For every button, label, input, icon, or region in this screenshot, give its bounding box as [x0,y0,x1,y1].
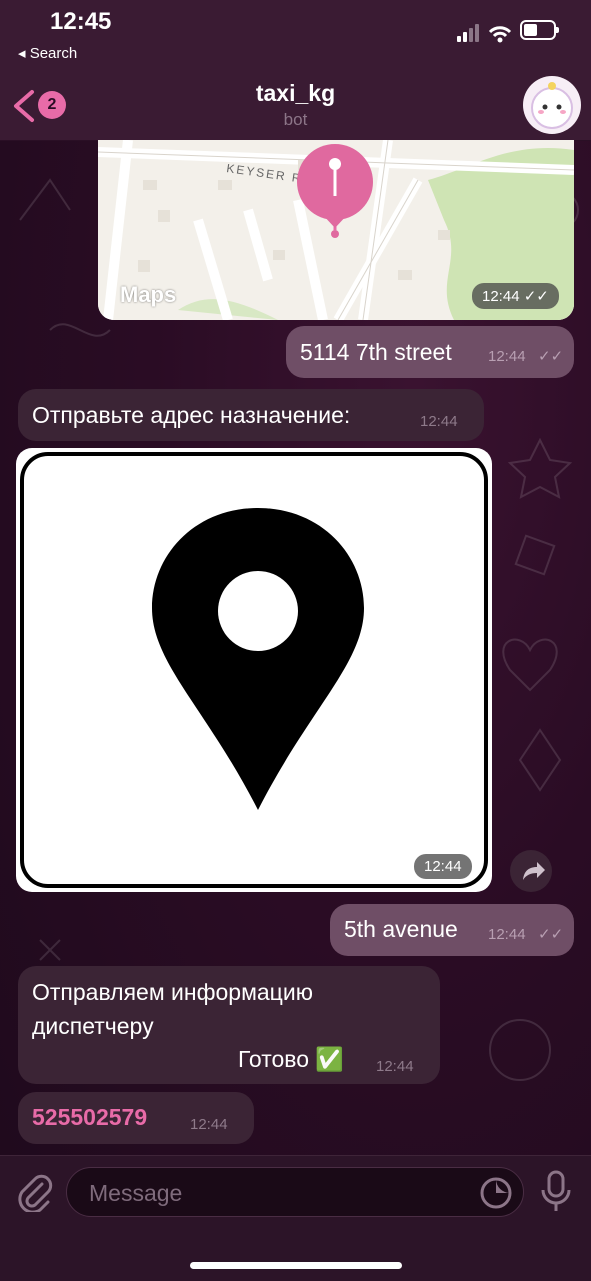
message-time: 12:44 [488,926,526,943]
map-time: 12:44 [482,288,520,305]
location-pin-image-message[interactable]: 12:44 [16,448,492,892]
message-text: 5114 7th street [300,339,452,365]
avatar-face-icon [531,82,573,129]
location-pin-icon [20,452,488,888]
share-arrow-icon [523,862,545,880]
status-bar: 12:45 ◂ Search [0,0,591,70]
message-text-line2: диспетчеру [32,1013,154,1039]
location-map-card[interactable]: KEYSER RD Maps 12:44 ✓✓ [98,140,574,320]
map-timestamp: 12:44 ✓✓ [472,283,559,309]
image-time: 12:44 [414,854,472,879]
read-checkmarks-icon: ✓✓ [538,926,564,943]
read-checkmarks-icon: ✓✓ [538,348,564,365]
back-to-search-link[interactable]: ◂ Search [18,44,77,62]
sticker-icon[interactable] [479,1176,513,1210]
message-text: Отправьте адрес назначение: [32,402,351,428]
battery-level-fill [524,24,537,36]
outgoing-message[interactable]: 5th avenue 12:44 ✓✓ [330,904,574,956]
bot-avatar[interactable] [523,76,581,134]
message-text-line3: Готово ✅ [238,1046,345,1072]
chat-title[interactable]: taxi_kg [0,80,591,107]
phone-number-link[interactable]: 525502579 [32,1104,147,1131]
apple-maps-brand: Maps [120,282,176,308]
forward-button[interactable] [510,850,552,892]
signal-wifi-icon [457,24,512,43]
battery-icon [520,20,559,40]
message-text: 5th avenue [344,916,458,942]
outgoing-message[interactable]: 5114 7th street 12:44 ✓✓ [286,326,574,378]
message-time: 12:44 [488,348,526,365]
incoming-message[interactable]: Отправьте адрес назначение: 12:44 [18,389,484,441]
chat-header: 2 taxi_kg bot [0,70,591,141]
incoming-message[interactable]: Отправляем информацию диспетчеру Готово … [18,966,440,1084]
status-time: 12:45 [50,8,112,35]
home-indicator [190,1262,402,1269]
message-time: 12:44 [376,1058,414,1075]
microphone-icon[interactable] [538,1170,574,1214]
message-input[interactable] [87,1176,471,1210]
message-time: 12:44 [190,1116,228,1133]
attach-paperclip-icon[interactable] [14,1172,54,1212]
incoming-message[interactable]: 525502579 12:44 [18,1092,254,1144]
maps-brand-label: Maps [120,282,177,307]
read-checkmarks-icon: ✓✓ [523,288,549,305]
chat-subtitle: bot [283,110,308,129]
message-text-line1: Отправляем информацию [32,979,313,1005]
message-time: 12:44 [420,413,458,430]
message-field[interactable] [66,1167,524,1217]
